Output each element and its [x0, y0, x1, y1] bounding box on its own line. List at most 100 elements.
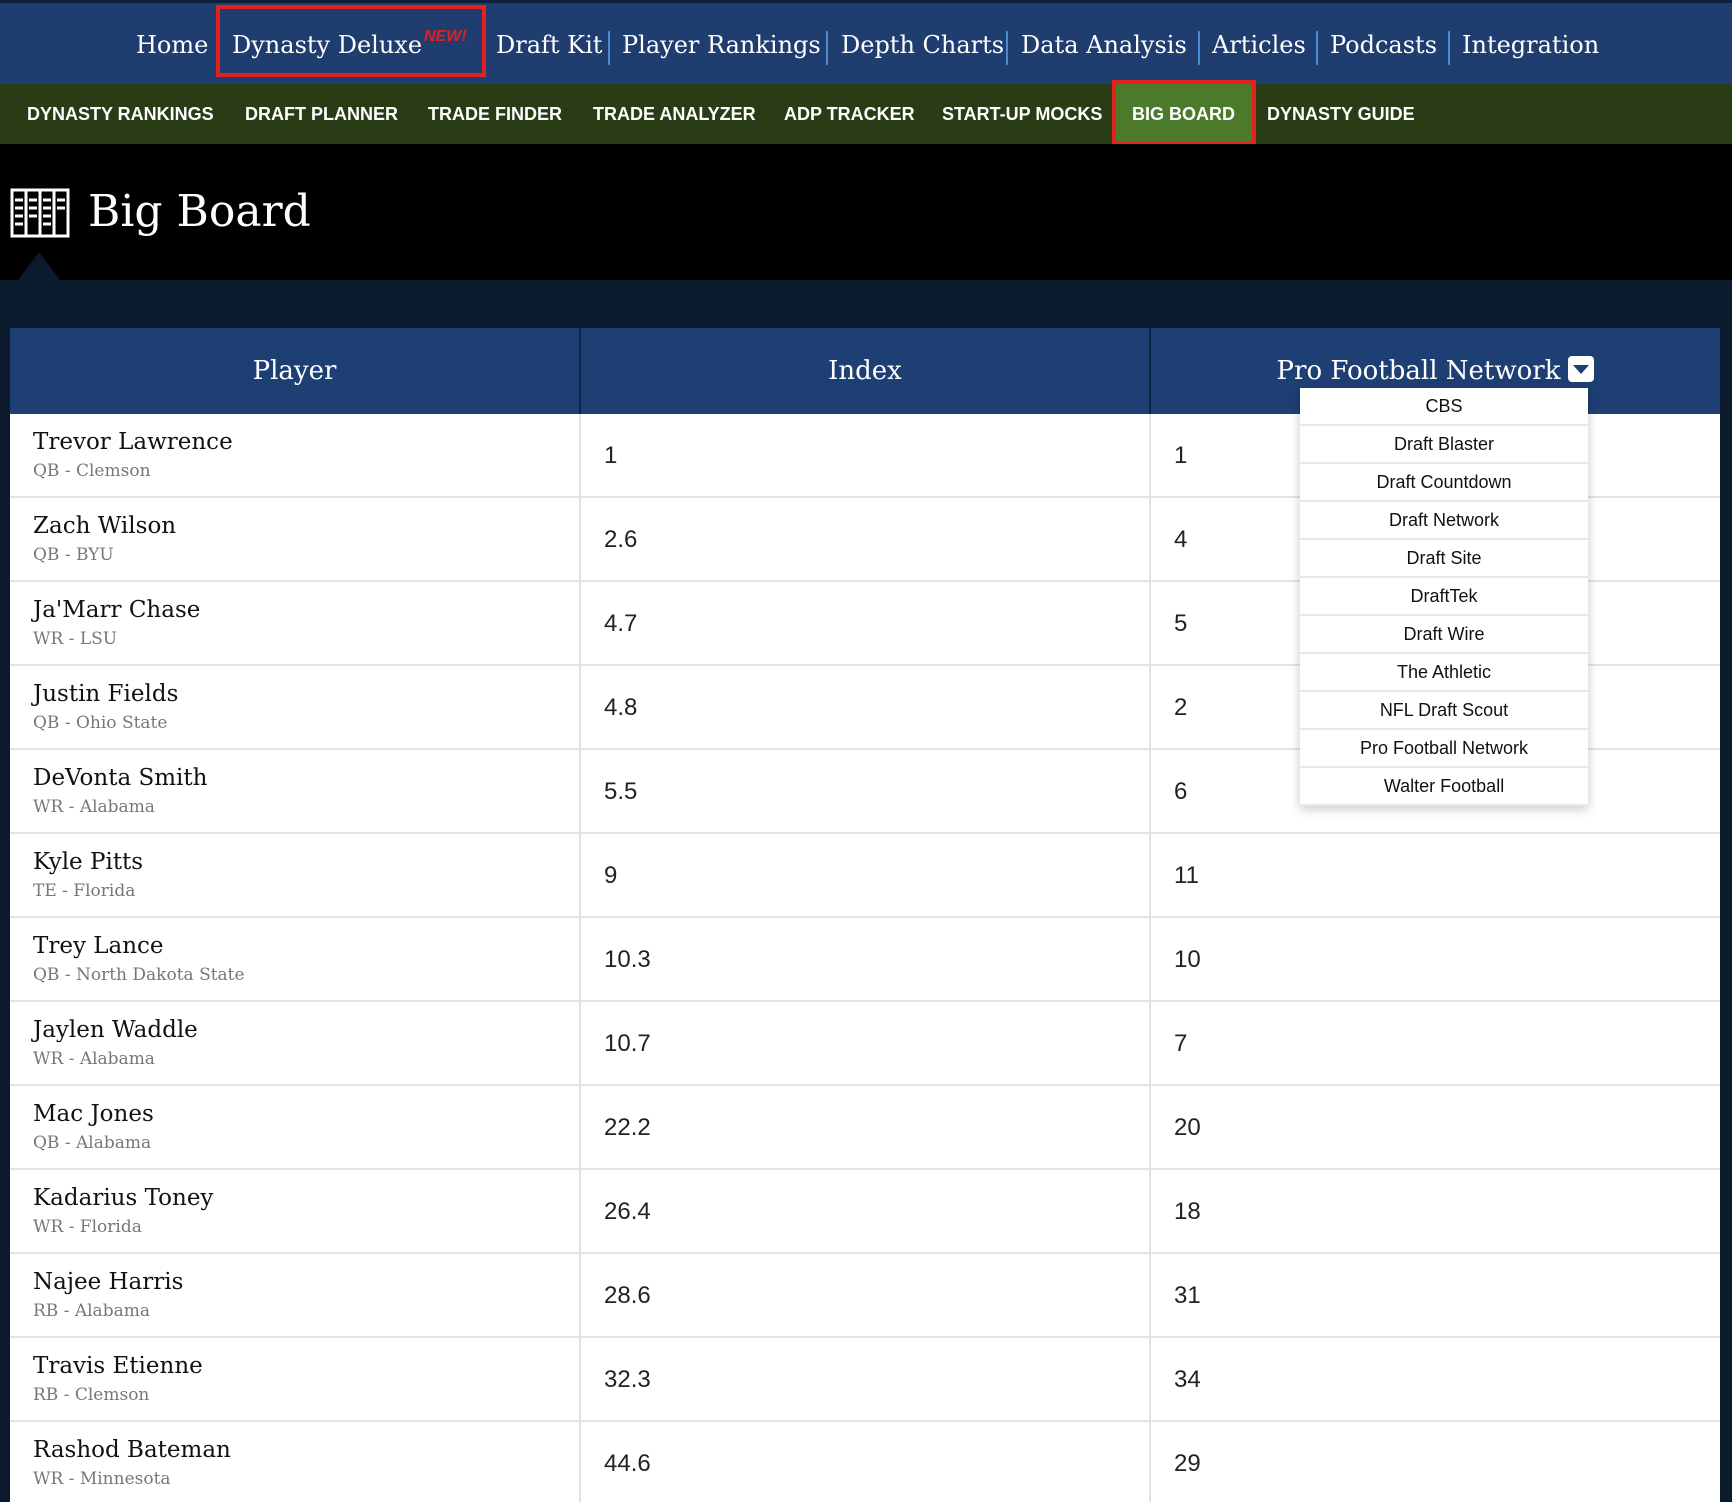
nav-separator	[1198, 31, 1200, 65]
player-name[interactable]: Ja'Marr Chase	[33, 596, 200, 624]
table-row[interactable]: Kadarius Toney WR - Florida 26.4 18	[10, 1170, 1720, 1254]
player-name[interactable]: Najee Harris	[33, 1268, 183, 1296]
cell-divider	[1149, 666, 1151, 750]
player-position-school: QB - Clemson	[33, 461, 151, 481]
cell-divider	[1149, 1422, 1151, 1502]
player-name[interactable]: Trey Lance	[33, 932, 164, 960]
dropdown-option[interactable]: Walter Football	[1300, 768, 1588, 806]
player-position-school: RB - Clemson	[33, 1385, 150, 1405]
table-row[interactable]: Najee Harris RB - Alabama 28.6 31	[10, 1254, 1720, 1338]
cell-divider	[1149, 414, 1151, 498]
player-name[interactable]: DeVonta Smith	[33, 764, 207, 792]
source-rank-value: 18	[1174, 1198, 1201, 1225]
player-name[interactable]: Kadarius Toney	[33, 1184, 213, 1212]
cell-divider	[579, 498, 581, 582]
player-position-school: WR - Alabama	[33, 797, 155, 817]
nav-draft-kit[interactable]: Draft Kit	[496, 3, 602, 87]
cell-divider	[1149, 498, 1151, 582]
dropdown-option[interactable]: CBS	[1300, 388, 1588, 426]
dropdown-option[interactable]: Draft Site	[1300, 540, 1588, 578]
nav-depth-charts[interactable]: Depth Charts	[841, 3, 1004, 87]
cell-divider	[579, 918, 581, 1002]
sub-nav-adp-tracker[interactable]: ADP TRACKER	[784, 84, 915, 144]
dropdown-option[interactable]: Pro Football Network	[1300, 730, 1588, 768]
index-value: 28.6	[604, 1282, 651, 1309]
index-value: 10.7	[604, 1030, 651, 1057]
index-value: 32.3	[604, 1366, 651, 1393]
nav-podcasts[interactable]: Podcasts	[1330, 3, 1437, 87]
player-name[interactable]: Travis Etienne	[33, 1352, 203, 1380]
nav-home[interactable]: Home	[136, 3, 208, 87]
cell-divider	[1149, 1086, 1151, 1170]
cell-divider	[579, 1170, 581, 1254]
dropdown-option[interactable]: Draft Countdown	[1300, 464, 1588, 502]
nav-data-analysis[interactable]: Data Analysis	[1021, 3, 1187, 87]
source-rank-value: 6	[1174, 778, 1188, 805]
source-rank-value: 34	[1174, 1366, 1201, 1393]
sub-nav-trade-finder[interactable]: TRADE FINDER	[428, 84, 562, 144]
dropdown-option[interactable]: Draft Wire	[1300, 616, 1588, 654]
dropdown-option[interactable]: Draft Blaster	[1300, 426, 1588, 464]
dropdown-option[interactable]: The Athletic	[1300, 654, 1588, 692]
cell-divider	[1149, 834, 1151, 918]
sub-nav-draft-planner[interactable]: DRAFT PLANNER	[245, 84, 398, 144]
source-rank-value: 7	[1174, 1030, 1188, 1057]
cell-divider	[1149, 1002, 1151, 1086]
cell-divider	[579, 1254, 581, 1338]
player-position-school: QB - BYU	[33, 545, 114, 565]
table-row[interactable]: Kyle Pitts TE - Florida 9 11	[10, 834, 1720, 918]
index-value: 5.5	[604, 778, 638, 805]
player-name[interactable]: Trevor Lawrence	[33, 428, 233, 456]
cell-divider	[1149, 918, 1151, 1002]
player-name[interactable]: Zach Wilson	[33, 512, 176, 540]
source-select-label[interactable]: Pro Football Network	[1277, 356, 1561, 386]
table-row[interactable]: Mac Jones QB - Alabama 22.2 20	[10, 1086, 1720, 1170]
player-position-school: WR - Minnesota	[33, 1469, 171, 1489]
nav-player-rankings[interactable]: Player Rankings	[622, 3, 821, 87]
sub-nav-start-up-mocks[interactable]: START-UP MOCKS	[942, 84, 1102, 144]
index-value: 4.8	[604, 694, 638, 721]
table-row[interactable]: Jaylen Waddle WR - Alabama 10.7 7	[10, 1002, 1720, 1086]
nav-integration[interactable]: Integration	[1462, 3, 1599, 87]
player-position-school: QB - Alabama	[33, 1133, 152, 1153]
player-position-school: WR - LSU	[33, 629, 118, 649]
nav-articles[interactable]: Articles	[1212, 3, 1306, 87]
big-board-icon	[10, 188, 70, 238]
dropdown-option[interactable]: NFL Draft Scout	[1300, 692, 1588, 730]
cell-divider	[1149, 1254, 1151, 1338]
nav-separator	[826, 31, 828, 65]
highlight-box	[1112, 80, 1256, 146]
source-rank-value: 20	[1174, 1114, 1201, 1141]
player-name[interactable]: Kyle Pitts	[33, 848, 143, 876]
table-row[interactable]: Trey Lance QB - North Dakota State 10.3 10	[10, 918, 1720, 1002]
dropdown-option[interactable]: Draft Network	[1300, 502, 1588, 540]
source-rank-value: 5	[1174, 610, 1188, 637]
index-value: 26.4	[604, 1198, 651, 1225]
index-value: 10.3	[604, 946, 651, 973]
column-header-index[interactable]: Index	[581, 328, 1149, 414]
cell-divider	[1149, 582, 1151, 666]
table-row[interactable]: Rashod Bateman WR - Minnesota 44.6 29	[10, 1422, 1720, 1502]
cell-divider	[579, 1086, 581, 1170]
sub-nav-dynasty-guide[interactable]: DYNASTY GUIDE	[1267, 84, 1415, 144]
chevron-down-icon[interactable]	[1568, 356, 1595, 382]
player-name[interactable]: Jaylen Waddle	[33, 1016, 198, 1044]
dropdown-option[interactable]: DraftTek	[1300, 578, 1588, 616]
cell-divider	[579, 1338, 581, 1422]
index-value: 44.6	[604, 1450, 651, 1477]
column-header-player[interactable]: Player	[10, 328, 579, 414]
source-rank-value: 11	[1174, 862, 1199, 889]
nav-separator	[1006, 31, 1008, 65]
source-rank-value: 1	[1174, 442, 1188, 469]
sub-nav-trade-analyzer[interactable]: TRADE ANALYZER	[593, 84, 756, 144]
cell-divider	[579, 414, 581, 498]
player-name[interactable]: Mac Jones	[33, 1100, 154, 1128]
source-rank-value: 2	[1174, 694, 1188, 721]
player-position-school: WR - Alabama	[33, 1049, 155, 1069]
player-position-school: QB - North Dakota State	[33, 965, 245, 985]
sub-nav-dynasty-rankings[interactable]: DYNASTY RANKINGS	[27, 84, 214, 144]
player-name[interactable]: Rashod Bateman	[33, 1436, 231, 1464]
top-nav: Home Dynasty Deluxe NEW! Draft Kit Playe…	[0, 0, 1732, 84]
table-row[interactable]: Travis Etienne RB - Clemson 32.3 34	[10, 1338, 1720, 1422]
player-name[interactable]: Justin Fields	[33, 680, 178, 708]
